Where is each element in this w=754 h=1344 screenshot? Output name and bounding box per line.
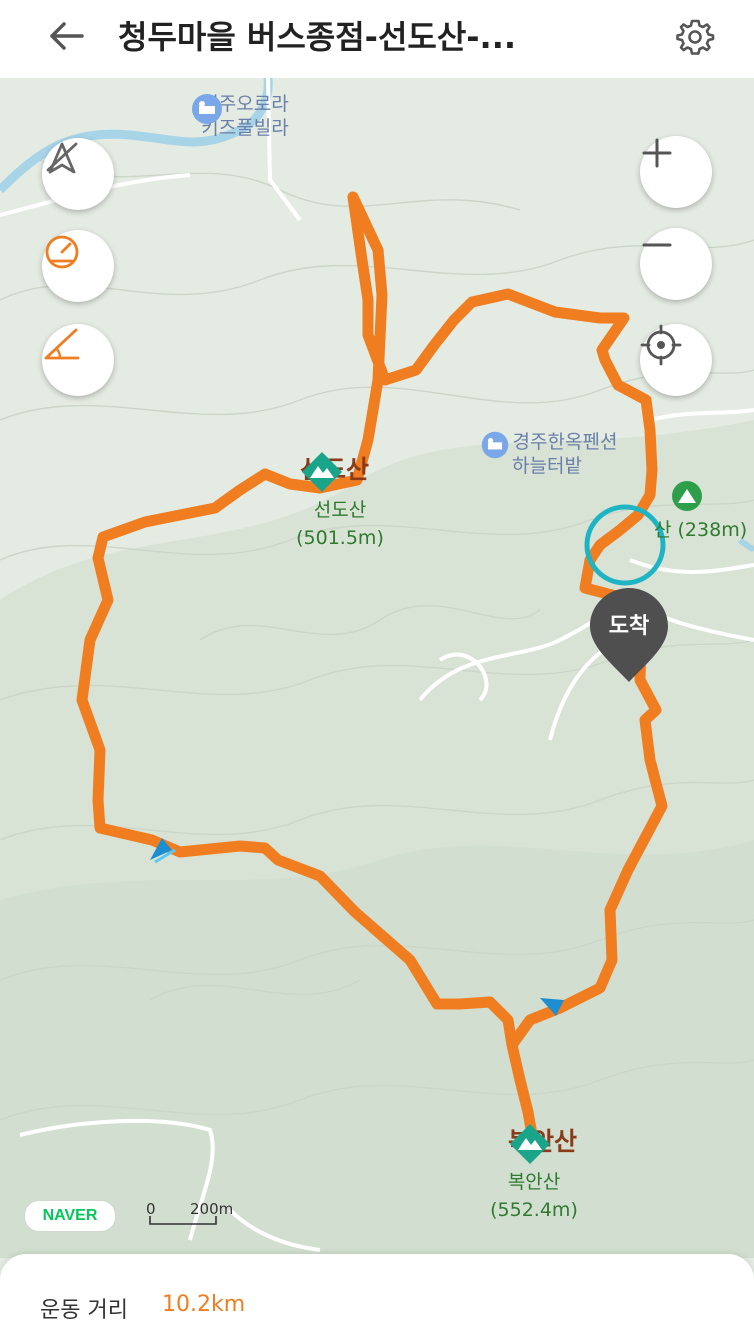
distance-label: 운동 거리 [40, 1298, 128, 1323]
rotation-lock-icon [46, 142, 78, 174]
distance-value: 10.2km [162, 1292, 246, 1317]
peak-elevation: (501.5m) [296, 527, 384, 549]
back-button[interactable] [40, 14, 92, 58]
arrival-label: 도착 [608, 614, 650, 639]
locate-icon [640, 324, 682, 366]
hotel-poi[interactable]: 경주오로라 키즈풀빌라 [190, 92, 300, 140]
hotel-poi[interactable]: 경주한옥펜션 하늘터밭 [480, 430, 650, 478]
zoom-in-button[interactable] [640, 136, 712, 208]
scale-zero: 0 [146, 1200, 156, 1218]
peak-elevation: (552.4m) [490, 1199, 578, 1221]
app-header: 청두마을 버스종점-선도산-... [0, 0, 754, 78]
zoom-out-button[interactable] [640, 228, 712, 300]
map-view[interactable]: 경주오로라 키즈풀빌라 경주한옥펜션 하늘터밭 선도산 선도산 (501.5m) [0, 78, 754, 1258]
poi-label: 하늘터밭 [512, 455, 582, 477]
page-title: 청두마을 버스종점-선도산-... [118, 18, 517, 56]
rotation-lock-button[interactable] [42, 138, 114, 210]
map-provider-logo: NAVER [24, 1200, 116, 1232]
slope-icon [44, 328, 80, 360]
hotel-icon [192, 94, 222, 124]
slope-button[interactable] [42, 324, 114, 396]
mountain-icon [510, 1124, 550, 1164]
zoom-in-icon [642, 138, 672, 168]
peak-marker[interactable]: 복안산 [508, 1122, 668, 1164]
peak-elevation-partial: 산 (238m) [654, 519, 748, 541]
speedometer-button[interactable] [42, 230, 114, 302]
hotel-icon [481, 431, 509, 459]
speedometer-icon [45, 235, 79, 269]
scale-distance: 200m [190, 1200, 234, 1218]
gear-icon [676, 19, 715, 55]
mountain-icon [302, 452, 342, 492]
peak-sub-label: 복안산 [507, 1171, 561, 1193]
locate-button[interactable] [640, 324, 712, 396]
zoom-out-icon [642, 243, 672, 247]
peak-sub-label: 선도산 [313, 499, 367, 521]
peak-marker[interactable]: 선도산 [300, 450, 460, 492]
arrow-left-icon [50, 22, 84, 50]
poi-label: 경주한옥펜션 [512, 431, 618, 453]
arrival-marker[interactable]: 도착 [588, 586, 670, 686]
summary-panel: 운동 거리 10.2km [0, 1254, 754, 1344]
settings-button[interactable] [670, 12, 720, 62]
